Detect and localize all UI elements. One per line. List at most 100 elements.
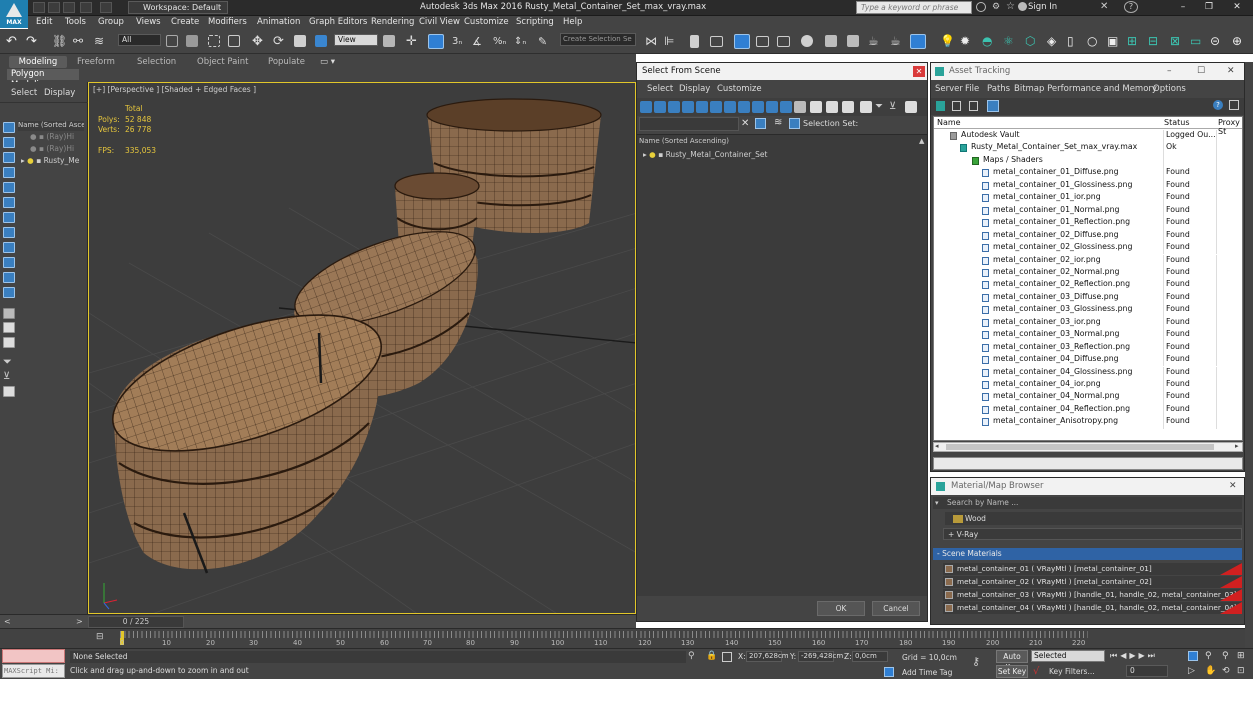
filter-geometry-icon[interactable] — [640, 101, 652, 113]
x-coordinate-field[interactable]: 207,628cm — [746, 651, 789, 662]
clear-find-icon[interactable]: ✕ — [741, 118, 749, 129]
table-row[interactable]: Autodesk Vault Logged Ou... — [934, 130, 1242, 143]
perspective-viewport[interactable]: [+] [Perspective ] [Shaded + Edged Faces… — [88, 82, 636, 614]
asset-horizontal-scrollbar[interactable]: ◂ ▸ — [933, 442, 1243, 452]
table-row[interactable]: metal_container_03_ior.png Found — [934, 316, 1242, 330]
open-file-icon[interactable] — [48, 2, 60, 13]
close-button[interactable]: ✕ — [1229, 481, 1237, 491]
vray-toggle-icon[interactable]: ⊝ — [1210, 34, 1226, 49]
maxscript-mini-listener[interactable]: MAXScript Mi: — [2, 664, 65, 678]
spinner-snap-icon[interactable]: ⇕ₙ — [514, 34, 530, 49]
display-lights-icon[interactable] — [3, 167, 15, 178]
key-mode-dropdown[interactable]: Selected — [1031, 650, 1105, 662]
container-front[interactable] — [97, 287, 397, 574]
dialog-close-button[interactable]: ✕ — [913, 66, 925, 77]
list-item[interactable]: ▸ ● ▪ Rusty_Me — [21, 156, 79, 165]
menu-customize[interactable]: Customize — [464, 17, 509, 27]
rendered-frame-window-icon[interactable] — [847, 35, 859, 47]
table-row[interactable]: metal_container_03_Diffuse.png Found — [934, 291, 1242, 305]
zoom-icon[interactable]: ⚲ — [1205, 651, 1212, 661]
close-button[interactable]: ✕ — [1224, 0, 1250, 15]
material-row[interactable]: metal_container_04 ( VRayMtl ) [handle_0… — [943, 602, 1242, 614]
layer-manager-icon[interactable] — [710, 36, 723, 47]
table-row[interactable]: metal_container_04_Glossiness.png Found — [934, 366, 1242, 379]
sfs-column-header[interactable]: Name (Sorted Ascending) — [639, 137, 729, 145]
time-slider-right-arrow[interactable]: > — [76, 617, 83, 626]
rect-selection-icon[interactable] — [208, 35, 220, 47]
ribbon-tab-modeling[interactable]: Modeling — [9, 56, 67, 68]
menu-tools[interactable]: Tools — [65, 17, 86, 27]
set-key-icon[interactable]: √ — [1033, 666, 1039, 677]
undo-icon[interactable]: ↶ — [6, 34, 22, 49]
list-item[interactable]: ▸ ● ▪ Rusty_Metal_Container_Set — [643, 150, 767, 159]
display-all-icon[interactable] — [3, 308, 15, 319]
lock-selection-icon[interactable]: 🔒 — [706, 651, 717, 661]
display-xrefs-icon[interactable] — [3, 242, 15, 253]
curve-editor-icon[interactable] — [756, 36, 769, 47]
table-row[interactable]: Rusty_Metal_Container_Set_max_vray.max Ok — [934, 142, 1242, 155]
menu-graph-editors[interactable]: Graph Editors — [309, 17, 367, 27]
column-status[interactable]: Status — [1164, 118, 1190, 127]
zoom-extents-icon[interactable]: ⊞ — [1237, 651, 1245, 661]
scale-icon[interactable] — [294, 35, 306, 47]
z-coordinate-field[interactable]: 0,0cm — [852, 651, 888, 662]
exchange-icon[interactable]: ✕ — [1100, 1, 1108, 12]
keyboard-shortcut-override-icon[interactable] — [428, 34, 444, 49]
display-shapes-icon[interactable] — [3, 152, 15, 163]
link-icon[interactable]: ⛓ — [52, 34, 68, 49]
material-editor-icon[interactable] — [801, 35, 813, 47]
asset-menu-bitmap-performance[interactable]: Bitmap Performance and Memory — [1014, 84, 1157, 94]
material-row[interactable]: metal_container_03 ( VRayMtl ) [handle_0… — [943, 589, 1242, 601]
filter-toggle-icon[interactable]: ⊻ — [3, 372, 15, 383]
material-search-input[interactable]: Search by Name ... — [933, 497, 1242, 509]
layer-explorer-icon[interactable] — [690, 35, 699, 48]
vray-mesh-icon[interactable]: ⊞ — [1127, 34, 1143, 49]
menu-help[interactable]: Help — [563, 17, 582, 27]
table-row[interactable]: metal_container_01_Diffuse.png Found — [934, 167, 1242, 180]
filter-hidden-icon[interactable] — [794, 101, 806, 113]
ribbon-toggle-icon[interactable] — [734, 34, 750, 49]
ribbon-tab-populate[interactable]: Populate — [268, 57, 305, 67]
asset-menu-paths[interactable]: Paths — [987, 84, 1010, 94]
vray-plane-icon[interactable]: ▣ — [1107, 34, 1123, 49]
viewport-scene[interactable] — [89, 83, 636, 614]
layers-icon[interactable]: ≋ — [774, 117, 782, 128]
time-slider-thumb[interactable]: 0 / 225 — [88, 616, 184, 628]
menu-views[interactable]: Views — [136, 17, 161, 27]
options-arrow-icon[interactable]: ▾ — [935, 499, 939, 507]
place-icon[interactable] — [315, 35, 327, 47]
display-invert-icon[interactable] — [3, 337, 15, 348]
display-geometry-icon[interactable] — [3, 137, 15, 148]
select-all-icon[interactable] — [810, 101, 822, 113]
table-row[interactable]: metal_container_02_Diffuse.png Found — [934, 229, 1242, 242]
minimize-button[interactable]: – — [1170, 0, 1196, 15]
vray-light-icon[interactable]: 💡 — [940, 34, 956, 49]
bind-space-warp-icon[interactable]: ≋ — [94, 34, 110, 49]
table-row[interactable]: Maps / Shaders — [934, 154, 1242, 168]
vray-sphere-icon[interactable]: ○ — [1087, 34, 1103, 49]
angle-snap-icon[interactable]: ∡ — [472, 34, 488, 49]
move-icon[interactable]: ✥ — [252, 34, 268, 49]
select-invert-icon[interactable] — [842, 101, 854, 113]
rotate-icon[interactable]: ⟳ — [273, 34, 289, 49]
vray-cam-icon[interactable]: ▭ — [1190, 34, 1206, 49]
sort-arrow-icon[interactable]: ▲ — [919, 137, 924, 145]
table-row[interactable]: metal_container_04_Normal.png Found — [934, 391, 1242, 404]
scroll-right-arrow[interactable]: ▸ — [1235, 442, 1239, 450]
render-production-icon[interactable]: ☕ — [868, 34, 884, 49]
select-manipulate-icon[interactable]: ✛ — [406, 34, 422, 49]
table-row[interactable]: metal_container_03_Glossiness.png Found — [934, 304, 1242, 317]
snap-toggle-icon[interactable]: 3ₙ — [452, 34, 468, 49]
grid-view-icon[interactable] — [987, 100, 999, 112]
filter-frozen-icon[interactable] — [780, 101, 792, 113]
sign-in-link[interactable]: Sign In — [1028, 2, 1057, 12]
save-file-icon[interactable] — [63, 2, 75, 13]
scene-explorer-column-header[interactable]: Name (Sorted Ascen — [18, 121, 84, 131]
filter-spacewarps-icon[interactable] — [710, 101, 722, 113]
time-tag-icon[interactable] — [884, 667, 894, 677]
ribbon-tab-selection[interactable]: Selection — [137, 57, 176, 67]
selection-set-icon[interactable] — [789, 118, 800, 129]
display-frozen-icon[interactable] — [3, 287, 15, 298]
material-row[interactable]: metal_container_01 ( VRayMtl ) [metal_co… — [943, 563, 1242, 575]
star-icon[interactable]: ☆ — [1006, 1, 1015, 12]
